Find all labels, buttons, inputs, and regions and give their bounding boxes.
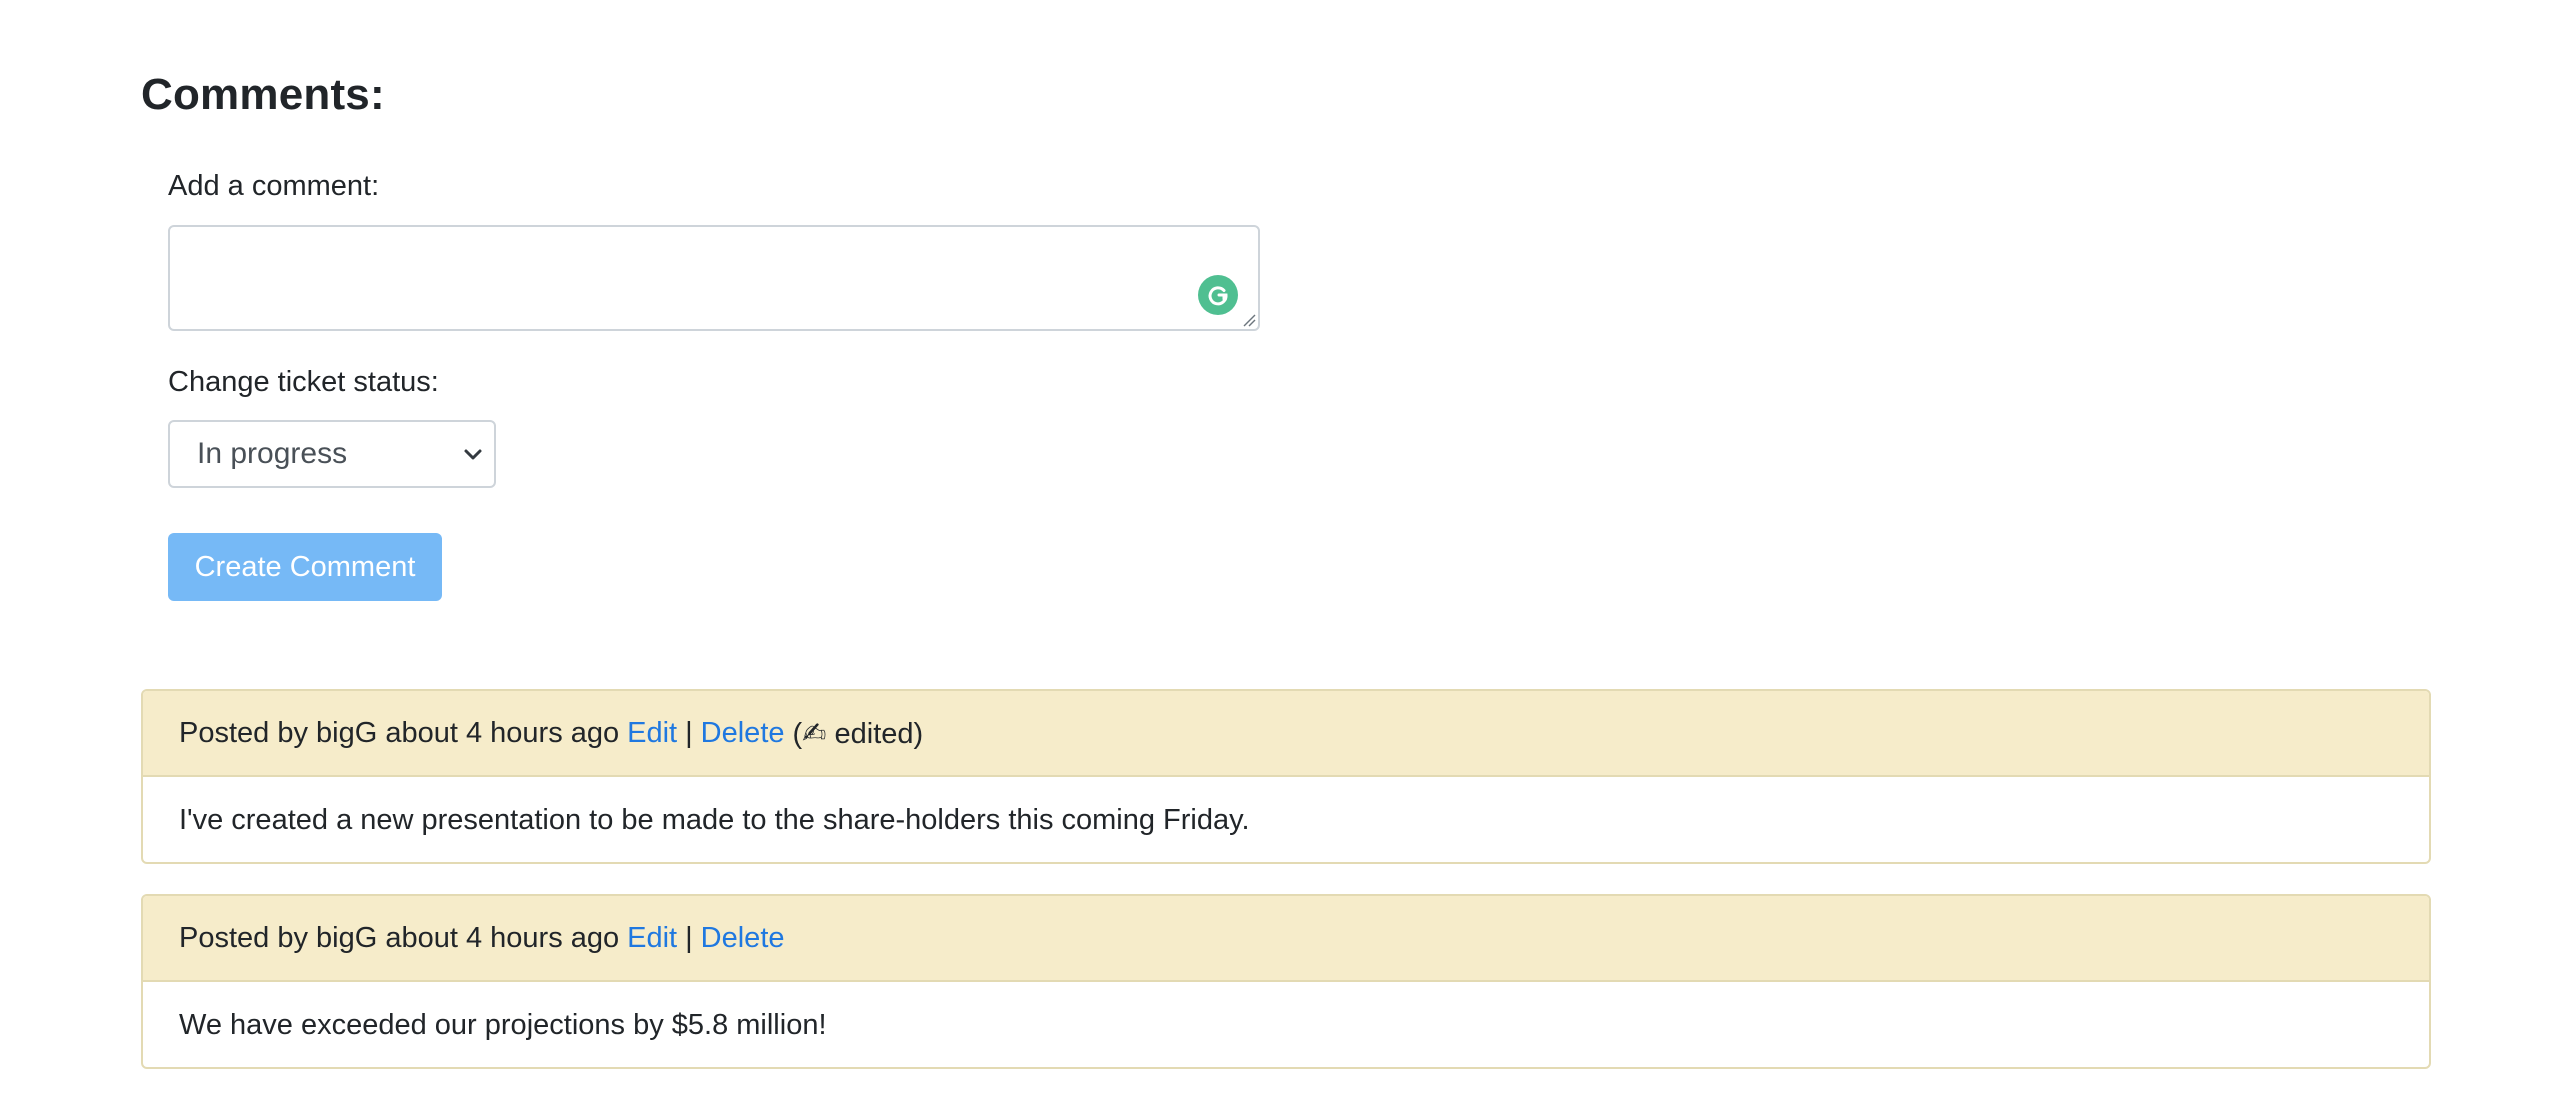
comment-header: Posted by bigG about 4 hours ago Edit | … bbox=[143, 896, 2429, 982]
resize-handle-icon[interactable] bbox=[1242, 313, 1256, 327]
comment-card: Posted by bigG about 4 hours ago Edit | … bbox=[141, 689, 2431, 864]
comment-textarea[interactable] bbox=[168, 225, 1260, 331]
comment-body: I've created a new presentation to be ma… bbox=[179, 804, 1250, 836]
comment-header: Posted by bigG about 4 hours ago Edit | … bbox=[143, 691, 2429, 777]
add-comment-label: Add a comment: bbox=[168, 170, 380, 202]
edit-link[interactable]: Edit bbox=[627, 922, 677, 955]
delete-link[interactable]: Delete bbox=[701, 717, 785, 750]
comment-body: We have exceeded our projections by $5.8… bbox=[179, 1009, 827, 1041]
comment-card: Posted by bigG about 4 hours ago Edit | … bbox=[141, 894, 2431, 1069]
delete-link[interactable]: Delete bbox=[701, 922, 785, 955]
chevron-down-icon bbox=[464, 449, 482, 460]
create-comment-button[interactable]: Create Comment bbox=[168, 533, 442, 601]
comment-meta: Posted by bigG about 4 hours ago bbox=[179, 921, 620, 954]
status-selected-value: In progress bbox=[197, 437, 348, 470]
comment-meta: Posted by bigG about 4 hours ago bbox=[179, 716, 620, 749]
status-label: Change ticket status: bbox=[168, 366, 439, 398]
edited-note: (✍ edited) bbox=[792, 717, 924, 750]
status-select[interactable]: In progress bbox=[168, 420, 496, 488]
link-separator: | bbox=[685, 716, 693, 749]
comments-title: Comments: bbox=[141, 70, 385, 119]
edit-link[interactable]: Edit bbox=[627, 717, 677, 750]
link-separator: | bbox=[685, 921, 693, 954]
grammarly-icon[interactable] bbox=[1198, 275, 1238, 315]
